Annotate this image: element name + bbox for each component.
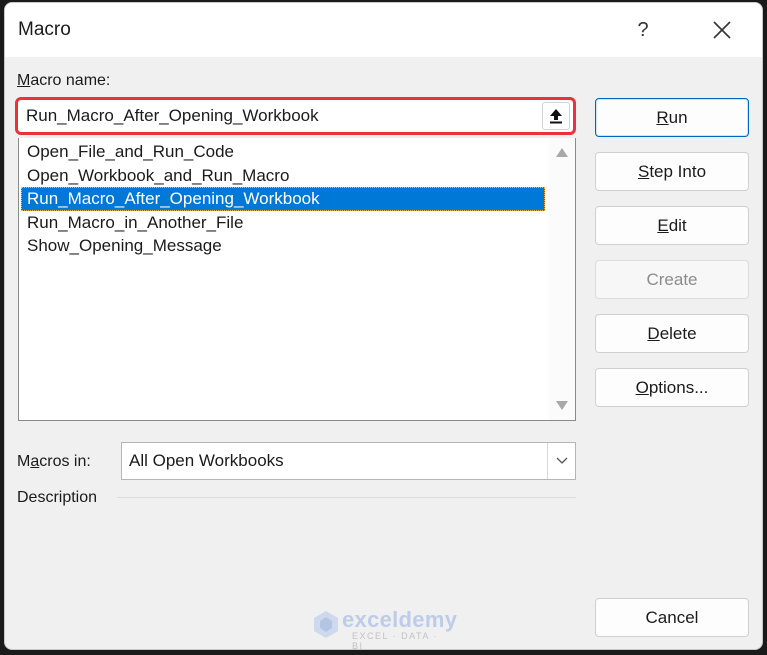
dropdown-button[interactable] xyxy=(547,443,575,479)
chevron-down-icon xyxy=(556,457,567,464)
options-button[interactable]: Options... xyxy=(595,368,749,407)
accelerator-key: S xyxy=(637,162,650,181)
watermark-brand: exceldemy xyxy=(342,607,458,632)
accelerator-key: M xyxy=(17,72,31,89)
macro-list-item[interactable]: Show_Opening_Message xyxy=(21,234,545,258)
accelerator-key: D xyxy=(647,324,660,343)
macros-in-select[interactable]: All Open Workbooks xyxy=(121,442,576,480)
step-into-button[interactable]: Step Into xyxy=(595,152,749,191)
cancel-button[interactable]: Cancel xyxy=(595,598,749,637)
watermark-tagline: EXCEL · DATA · BI xyxy=(352,631,438,650)
button-label: tep Into xyxy=(649,162,707,181)
button-label: dit xyxy=(668,216,687,235)
macro-name-input[interactable] xyxy=(21,103,541,129)
macro-list-item[interactable]: Open_File_and_Run_Code xyxy=(21,140,545,164)
accelerator-key: O xyxy=(635,378,649,397)
scroll-up-icon[interactable] xyxy=(556,148,568,157)
collapse-dialog-button[interactable] xyxy=(542,102,570,130)
vertical-scrollbar[interactable] xyxy=(549,138,575,420)
exceldemy-watermark: exceldemy EXCEL · DATA · BI xyxy=(312,607,457,649)
close-button[interactable] xyxy=(705,13,739,47)
macro-name-label: Macro name: xyxy=(17,72,110,90)
macros-in-value: All Open Workbooks xyxy=(129,451,284,470)
dialog-title: Macro xyxy=(18,19,71,40)
label-text: M xyxy=(17,453,31,470)
description-label: Description xyxy=(17,489,98,506)
macro-list[interactable]: Open_File_and_Run_Code Open_Workbook_and_… xyxy=(18,138,576,421)
arrow-up-bar-icon xyxy=(550,109,562,124)
exceldemy-logo-icon xyxy=(314,611,338,638)
close-icon xyxy=(713,21,731,39)
delete-button[interactable]: Delete xyxy=(595,314,749,353)
macro-list-item[interactable]: Run_Macro_After_Opening_Workbook xyxy=(21,187,545,211)
button-label: un xyxy=(668,108,688,127)
label-text: acro name: xyxy=(30,72,111,89)
macro-dialog: Macro ? Macro name: Open_File_and_Run_Co… xyxy=(4,2,763,650)
description-divider xyxy=(117,497,576,498)
help-button[interactable]: ? xyxy=(631,15,655,45)
scroll-down-icon[interactable] xyxy=(556,401,568,410)
button-label: ptions... xyxy=(648,378,709,397)
macro-name-field-highlight xyxy=(15,97,576,135)
macro-list-item[interactable]: Open_Workbook_and_Run_Macro xyxy=(21,164,545,188)
title-bar: Macro ? xyxy=(5,3,762,57)
macros-in-label: Macros in: xyxy=(17,453,91,471)
create-button[interactable]: Create xyxy=(595,260,749,299)
button-label: elete xyxy=(659,324,697,343)
accelerator-key: E xyxy=(657,216,669,235)
macro-list-item[interactable]: Run_Macro_in_Another_File xyxy=(21,211,545,235)
accelerator-key: a xyxy=(30,453,40,470)
macro-list-items: Open_File_and_Run_Code Open_Workbook_and_… xyxy=(21,140,545,258)
accelerator-key: R xyxy=(656,108,669,127)
run-button[interactable]: Run xyxy=(595,98,749,137)
label-text: cros in: xyxy=(39,453,91,470)
edit-button[interactable]: Edit xyxy=(595,206,749,245)
